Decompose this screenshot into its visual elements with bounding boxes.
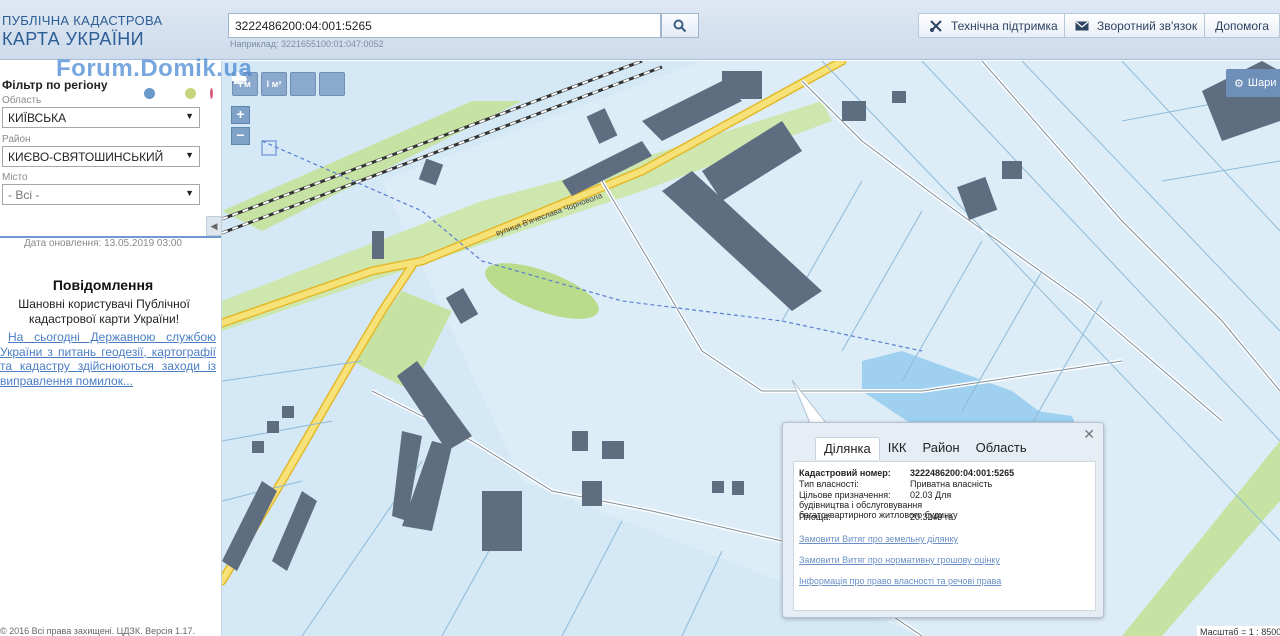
notice-title: Повідомлення bbox=[52, 277, 154, 293]
yellow-layer-dot[interactable] bbox=[185, 88, 196, 99]
tech-support-button[interactable]: Технічна підтримка bbox=[918, 13, 1069, 38]
misto-label: Місто bbox=[2, 172, 28, 183]
search-icon bbox=[673, 19, 687, 32]
map-canvas[interactable]: вулиця В'ячеслава Чорновола bbox=[222, 61, 1280, 636]
info-key: Площа: bbox=[799, 512, 831, 522]
misto-select[interactable]: - Всі - ▼ bbox=[2, 184, 200, 205]
header-bar: ПУБЛІЧНА КАДАСТРОВА КАРТА УКРАЇНИ Наприк… bbox=[0, 0, 1280, 60]
info-key: Кадастровий номер: bbox=[799, 468, 891, 478]
info-value: Приватна власність bbox=[910, 479, 993, 489]
tech-support-label: Технічна підтримка bbox=[951, 18, 1058, 33]
print-button[interactable] bbox=[232, 72, 316, 96]
info-row-ownership: Тип власності: Приватна власність bbox=[799, 479, 1090, 489]
raion-value: КИЄВО-СВЯТОШИНСЬКИЙ bbox=[8, 150, 164, 164]
measure-area-button[interactable]: I м² bbox=[261, 72, 287, 96]
info-key: Тип власності: bbox=[799, 479, 859, 489]
logo-line-1: ПУБЛІЧНА КАДАСТРОВА bbox=[2, 13, 163, 28]
feedback-button[interactable]: Зворотний зв'язок bbox=[1064, 13, 1215, 38]
ownership-info-link[interactable]: Інформація про право власності та речові… bbox=[799, 576, 1001, 586]
help-button[interactable]: Допомога bbox=[1204, 13, 1280, 38]
oblast-select[interactable]: КИЇВСЬКА ▼ bbox=[2, 107, 200, 128]
popup-pointer bbox=[791, 380, 828, 424]
info-row-area: Площа: 20.3249 га bbox=[799, 512, 1090, 522]
update-date: Дата оновлення: 13.05.2019 03:00 bbox=[24, 238, 182, 249]
feedback-label: Зворотний зв'язок bbox=[1097, 18, 1198, 33]
search-hint: Наприклад: 3221655100:01:047:0052 bbox=[230, 39, 384, 49]
oblast-value: КИЇВСЬКА bbox=[8, 111, 67, 125]
cadastral-search-input[interactable] bbox=[228, 13, 661, 38]
notice-link[interactable]: На сьогодні Державною службою України з … bbox=[0, 330, 216, 388]
popup-tabs: Ділянка ІКК Район Область bbox=[815, 437, 1035, 460]
help-label: Допомога bbox=[1215, 18, 1269, 33]
chevron-down-icon: ▼ bbox=[185, 188, 194, 198]
layers-label: Шари bbox=[1247, 77, 1277, 89]
envelope-icon bbox=[1075, 21, 1089, 31]
identify-button[interactable]: ? bbox=[234, 72, 345, 96]
chevron-down-icon: ▼ bbox=[185, 111, 194, 121]
sidebar: Фільтр по регіону Область КИЇВСЬКА ▼ Рай… bbox=[0, 61, 222, 636]
info-row-cadastral: Кадастровий номер: 3222486200:04:001:5265 bbox=[799, 468, 1090, 478]
tab-parcel[interactable]: Ділянка bbox=[815, 437, 880, 460]
tools-icon bbox=[929, 19, 943, 33]
info-value[interactable]: 3222486200:04:001:5265 bbox=[910, 468, 1090, 478]
collapse-sidebar-button[interactable]: ◀ bbox=[206, 216, 222, 236]
close-icon[interactable]: ✕ bbox=[1083, 426, 1095, 443]
tab-raion[interactable]: Район bbox=[914, 437, 967, 460]
order-parcel-extract-link[interactable]: Замовити Витяг про земельну ділянку bbox=[799, 534, 958, 544]
scale-indicator: Масштаб = 1 : 8500 bbox=[1197, 626, 1280, 636]
gear-icon: ⚙ bbox=[1234, 77, 1244, 90]
red-layer-dot[interactable] bbox=[210, 88, 213, 99]
layers-button[interactable]: ⚙ Шари bbox=[1226, 69, 1280, 97]
blue-layer-dot[interactable] bbox=[144, 88, 155, 99]
notice-text: Шановні користувачі Публічної кадастрово… bbox=[18, 297, 190, 326]
forum-watermark: Forum.Domik.ua bbox=[56, 55, 253, 82]
logo-line-2: КАРТА УКРАЇНИ bbox=[2, 29, 144, 49]
site-logo[interactable]: ПУБЛІЧНА КАДАСТРОВА КАРТА УКРАЇНИ bbox=[2, 14, 162, 48]
copyright: © 2016 Всі права захищені. ЦДЗК. Версія … bbox=[0, 626, 196, 636]
misto-value: - Всі - bbox=[8, 188, 40, 202]
zoom-in-button[interactable]: + bbox=[231, 106, 250, 124]
popup-body: Кадастровий номер: 3222486200:04:001:5265… bbox=[793, 461, 1096, 611]
tab-ikk[interactable]: ІКК bbox=[880, 437, 915, 460]
order-valuation-extract-link[interactable]: Замовити Витяг про нормативну грошову оц… bbox=[799, 555, 1000, 565]
tab-oblast[interactable]: Область bbox=[968, 437, 1035, 460]
map-view[interactable]: вулиця В'ячеслава Чорновола I м I м² ? +… bbox=[222, 61, 1280, 636]
raion-label: Район bbox=[2, 134, 31, 145]
raion-select[interactable]: КИЄВО-СВЯТОШИНСЬКИЙ ▼ bbox=[2, 146, 200, 167]
info-value: 20.3249 га bbox=[910, 512, 954, 522]
zoom-out-button[interactable]: − bbox=[231, 127, 250, 145]
search-button[interactable] bbox=[661, 13, 699, 38]
chevron-down-icon: ▼ bbox=[185, 150, 194, 160]
parcel-info-popup: ✕ Ділянка ІКК Район Область Кадастровий … bbox=[782, 422, 1104, 618]
oblast-label: Область bbox=[2, 95, 42, 106]
